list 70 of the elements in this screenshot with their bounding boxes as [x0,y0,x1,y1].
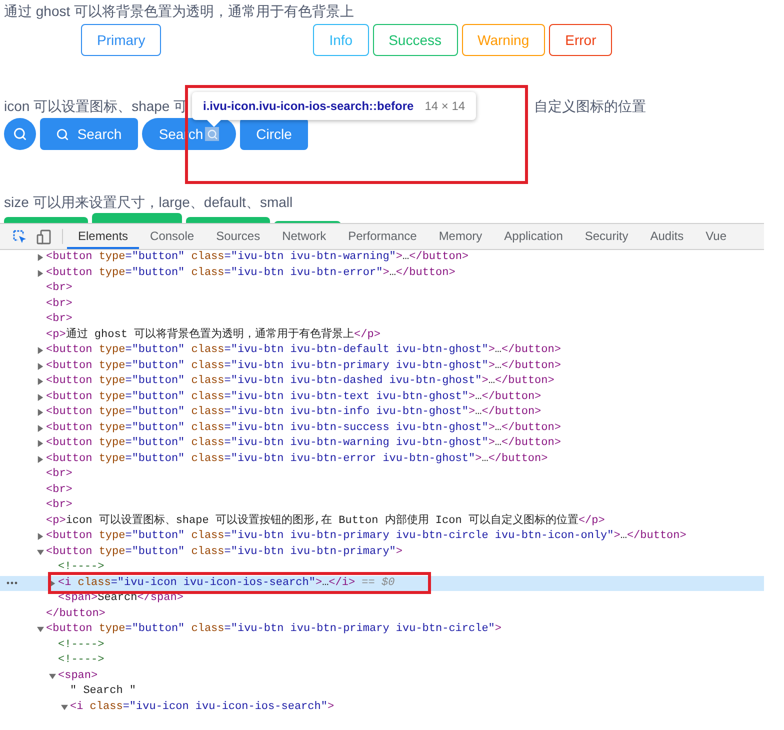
devtools-tab[interactable]: Application [493,224,574,249]
dom-node-line[interactable]: <button type="button" class="ivu-btn ivu-btn-text ivu-btn-ghost">…</button> [46,390,542,405]
search-icon [56,128,70,140]
search-icon [205,127,220,141]
search-icon [13,127,27,141]
dom-node-line[interactable]: <button type="button" class="ivu-btn ivu-btn-error">…</button> [46,266,456,281]
more-icon[interactable] [6,581,18,586]
devtools-tab[interactable]: Elements [67,224,140,249]
collapsed-arrow-icon[interactable] [37,424,44,432]
dom-node-line[interactable]: <br> [46,482,72,498]
dom-node-line[interactable]: <br> [46,498,72,514]
collapsed-arrow-icon[interactable] [37,533,44,540]
dom-node-line[interactable]: <button type="button" class="ivu-btn ivu-btn-primary ivu-btn-circle ivu-btn-icon-only">…</button> [46,529,686,544]
expanded-arrow-icon[interactable] [49,672,56,680]
dom-node-line[interactable]: " Search " [70,684,136,700]
selected-dom-row[interactable]: <i class="ivu-icon ivu-icon-ios-search">…</i> == $0 [0,576,764,591]
devtools-tab[interactable]: Security [574,224,640,249]
collapsed-arrow-icon[interactable] [37,378,44,386]
devtools-tab[interactable]: Sources [205,224,272,249]
tooltip-size: 14 × 14 [424,98,466,115]
dom-node-line[interactable]: <i class="ivu-icon ivu-icon-ios-search">…</i> == $0 [58,576,395,591]
dom-node-line[interactable]: <!----> [58,653,104,668]
dom-node-line[interactable]: <button type="button" class="ivu-btn ivu-btn-dashed ivu-btn-ghost">…</button> [46,374,554,390]
dom-node-line[interactable]: <button type="button" class="ivu-btn ivu-btn-warning">…</button> [46,250,469,266]
dom-node-line[interactable]: <button type="button" class="ivu-btn ivu-btn-default ivu-btn-ghost">…</button> [46,343,561,358]
device-icon[interactable] [36,228,52,244]
inspect-icon[interactable] [12,228,28,244]
ghost-button[interactable]: Error [549,24,612,56]
collapsed-arrow-icon[interactable] [37,347,44,354]
dom-node-line[interactable]: <button type="button" class="ivu-btn ivu-btn-warning ivu-btn-ghost">…</button> [46,436,561,452]
icon-description: icon 可以设置图标、shape 可 [4,97,184,116]
dom-node-line[interactable]: <!----> [58,560,104,576]
collapsed-arrow-icon[interactable] [37,394,44,401]
collapsed-arrow-icon[interactable] [37,409,44,416]
collapsed-arrow-icon[interactable] [37,362,44,370]
icon-description: 自定义图标的位置 [534,97,646,116]
dom-node-line[interactable]: <button type="button" class="ivu-btn ivu-btn-error ivu-btn-ghost">…</button> [46,452,548,467]
size-description: size 可以用来设置尺寸，large、default、small [3,193,294,212]
dom-node-line[interactable]: <button type="button" class="ivu-btn ivu-btn-primary ivu-btn-circle"> [46,622,502,638]
expanded-arrow-icon[interactable] [61,704,68,711]
collapsed-arrow-icon[interactable] [37,270,44,277]
dom-node-line[interactable]: <button type="button" class="ivu-btn ivu-btn-primary ivu-btn-ghost">…</button> [46,358,561,374]
dom-node-line[interactable]: <br> [46,467,72,482]
dom-node-line[interactable]: <p>icon 可以设置图标、shape 可以设置按钮的图形,在 Button 内部使用 Icon 可以自定义图标的位置</p> [46,514,605,529]
devtools-tab[interactable]: Performance [337,224,428,249]
devtools-tab[interactable]: Console [139,224,206,249]
dom-node-line[interactable]: <!----> [58,638,104,653]
dom-node-line[interactable]: <button type="button" class="ivu-btn ivu-btn-primary"> [46,544,403,560]
dom-node-line[interactable]: <br> [46,281,72,296]
dom-node-line[interactable]: <i class="ivu-icon ivu-icon-ios-search"> [70,700,334,715]
devtools-tab[interactable]: Memory [428,224,494,249]
dom-node-line[interactable]: <span> [58,668,98,684]
expanded-arrow-icon[interactable] [37,548,44,556]
dom-node-line[interactable]: <button type="button" class="ivu-btn ivu-btn-info ivu-btn-ghost">…</button> [46,405,542,420]
ghost-description: 通过 ghost 可以将背景色置为透明，通常用于有色背景上 [3,2,356,21]
dom-node-line[interactable]: <br> [46,312,72,328]
collapsed-arrow-icon[interactable] [37,440,44,448]
expanded-arrow-icon[interactable] [37,626,44,634]
collapsed-arrow-icon[interactable] [37,456,44,463]
tooltip-selector: i.ivu-icon.ivu-icon-ios-search::before [203,98,414,115]
devtools-tab[interactable]: Network [271,224,338,249]
devtools-tab[interactable]: Vue [694,224,738,249]
dom-closing-tag[interactable]: </button> [46,606,106,622]
dom-node-line[interactable]: <button type="button" class="ivu-btn ivu-btn-success ivu-btn-ghost">…</button> [46,420,561,436]
devtools-tab[interactable]: Audits [639,224,695,249]
collapsed-arrow-icon[interactable] [49,580,56,587]
dom-node-line[interactable]: <br> [46,296,72,312]
collapsed-arrow-icon[interactable] [37,254,44,262]
dom-node-line[interactable]: <p>通过 ghost 可以将背景色置为透明，通常用于有色背景上</p> [46,328,380,343]
search-button[interactable] [4,118,36,150]
